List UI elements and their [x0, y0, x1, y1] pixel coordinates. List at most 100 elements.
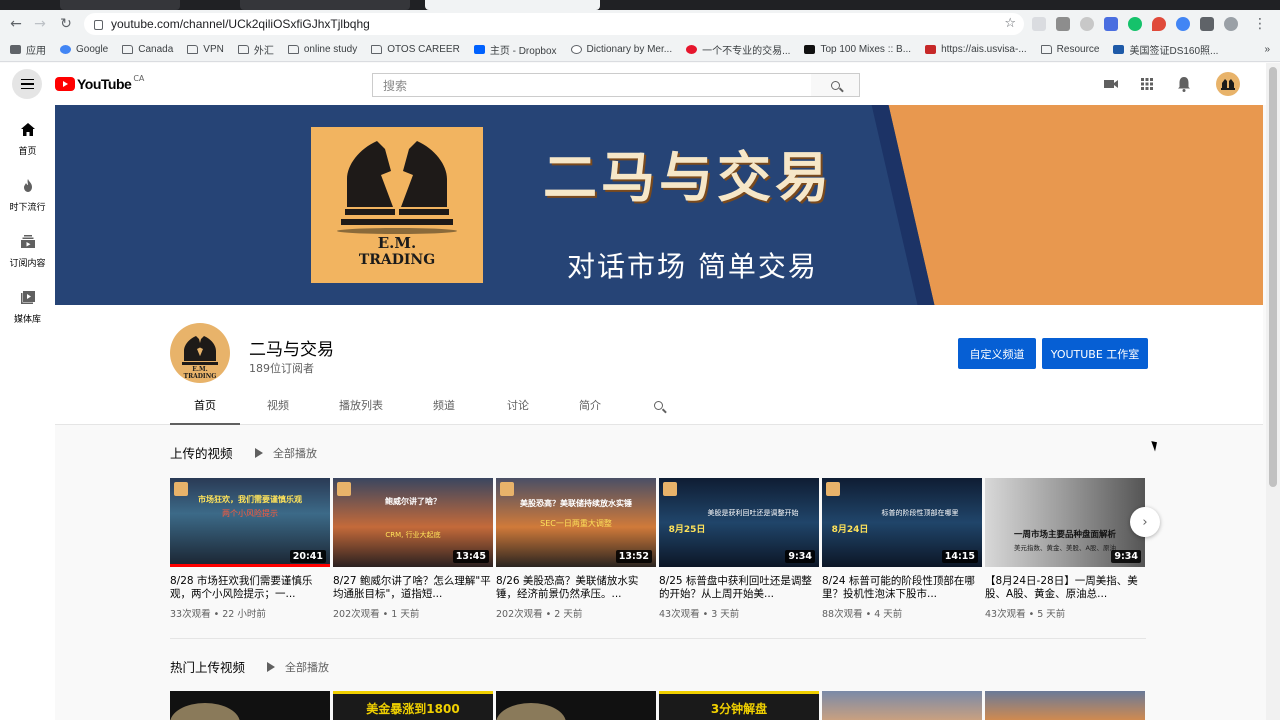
video-thumbnail[interactable]: 美股恐高？美联储持续放水实锤 SEC一日两重大调整 13:52 [496, 478, 656, 567]
library-icon [20, 291, 35, 304]
video-thumbnail[interactable]: 8月25日 美股是获利回吐还是调整开始 9:34 [659, 478, 819, 567]
channel-search-button[interactable] [654, 401, 663, 410]
hamburger-menu-icon[interactable] [12, 69, 42, 99]
create-video-icon[interactable] [1102, 75, 1120, 93]
video-card[interactable]: 8月24日 标普的阶段性顶部在哪里 14:15 8/24 标普可能的阶段性顶部在… [822, 478, 982, 620]
video-title[interactable]: 8/24 标普可能的阶段性顶部在哪里？投机性泡沫下股市... [822, 575, 982, 601]
bookmark-item[interactable]: OTOS CAREER [371, 44, 460, 55]
bookmark-label: Canada [138, 44, 174, 55]
bookmark-item[interactable]: 一个不专业的交易... [686, 42, 790, 57]
browser-tab[interactable] [60, 0, 180, 10]
browser-tab-active[interactable] [425, 0, 600, 10]
video-title[interactable]: 8/28 市场狂欢我们需要谨慎乐观，两个小风险提示；一... [170, 575, 330, 601]
video-card[interactable]: 8月25日 美股是获利回吐还是调整开始 9:34 8/25 标普盘中获利回吐还是… [659, 478, 819, 620]
video-card[interactable]: 鲍威尔讲了啥？ CRM, 行业大起底 13:45 8/27 鲍威尔讲了啥？怎么理… [333, 478, 493, 620]
extension-icon[interactable] [1080, 17, 1094, 31]
popular-video-thumbnail[interactable]: 3分钟解盘 [659, 691, 819, 720]
search-button[interactable] [811, 73, 860, 97]
guide-label: 时下流行 [9, 203, 46, 213]
scrollbar-thumb[interactable] [1269, 67, 1277, 487]
guide-item-subscriptions[interactable]: 订阅内容 [0, 235, 55, 269]
channel-avatar[interactable]: E.M. TRADING [170, 323, 230, 383]
trending-flame-icon [23, 179, 32, 192]
tab-home[interactable]: 首页 [170, 393, 240, 425]
video-title[interactable]: 8/27 鲍威尔讲了啥？怎么理解"平均通胀目标"，道指短... [333, 575, 493, 601]
customize-channel-button[interactable]: 自定义频道 [958, 338, 1036, 369]
bookmark-item[interactable]: Dictionary by Mer... [570, 44, 672, 55]
bookmark-item[interactable]: Google [60, 44, 108, 55]
channel-logo-icon [663, 482, 677, 496]
popular-video-thumbnail[interactable] [170, 691, 330, 720]
carousel-next-button[interactable]: › [1130, 507, 1160, 537]
puzzle-icon[interactable] [1200, 17, 1214, 31]
youtube-studio-button[interactable]: YOUTUBE 工作室 [1042, 338, 1148, 369]
extension-icon[interactable] [1176, 17, 1190, 31]
bookmark-label: online study [303, 44, 358, 55]
bookmark-item[interactable]: 应用 [10, 42, 46, 57]
notifications-bell-icon[interactable] [1175, 75, 1193, 93]
video-thumbnail[interactable]: 市场狂欢，我们需要谨慎乐观 两个小风险提示 20:41 [170, 478, 330, 567]
tab-channels[interactable]: 频道 [414, 393, 474, 425]
popular-video-thumbnail[interactable] [985, 691, 1145, 720]
bookmark-item[interactable]: online study [287, 44, 358, 55]
profile-icon[interactable] [1224, 17, 1238, 31]
popular-play-all-button[interactable]: 全部播放 [267, 659, 329, 675]
extension-icon[interactable] [1128, 17, 1142, 31]
video-card[interactable]: 一周市场主要品种盘面解析 美元指数、黄金、美股、A股、原油 9:34 【8月24… [985, 478, 1145, 620]
bookmark-label: Google [76, 44, 109, 55]
chess-knights-logo-icon [337, 141, 457, 234]
tab-videos[interactable]: 视频 [248, 393, 308, 425]
guide-item-library[interactable]: 媒体库 [0, 291, 55, 325]
bookmark-item[interactable]: Resource [1040, 44, 1099, 55]
tab-discussion[interactable]: 讨论 [488, 393, 548, 425]
video-title[interactable]: 8/26 美股恐高？美联储放水实锤，经济前景仍然承压。... [496, 575, 656, 601]
extension-icon[interactable] [1032, 17, 1046, 31]
browser-tab[interactable] [240, 0, 410, 10]
extension-icon[interactable] [1152, 17, 1166, 31]
url-field[interactable]: youtube.com/channel/UCk2qiliOSxfiGJhxTjl… [84, 13, 1024, 35]
reload-icon[interactable]: ↻ [56, 14, 76, 34]
bookmark-label: 主页 - Dropbox [489, 46, 557, 57]
video-thumbnail[interactable]: 一周市场主要品种盘面解析 美元指数、黄金、美股、A股、原油 9:34 [985, 478, 1145, 567]
apps-grid-icon[interactable] [1138, 75, 1156, 93]
back-icon[interactable]: ← [6, 14, 26, 34]
popular-video-thumbnail[interactable]: 美金暴涨到1800 [333, 691, 493, 720]
bookmark-item[interactable]: VPN [187, 44, 224, 55]
page-scrollbar[interactable] [1266, 63, 1280, 720]
popular-video-thumbnail[interactable] [822, 691, 982, 720]
bookmark-item[interactable]: 外汇 [237, 42, 274, 57]
video-card[interactable]: 市场狂欢，我们需要谨慎乐观 两个小风险提示 20:41 8/28 市场狂欢我们需… [170, 478, 330, 620]
subscriptions-icon [20, 235, 35, 248]
bookmark-star-icon[interactable]: ☆ [1004, 16, 1016, 31]
bookmarks-overflow-button[interactable]: » [1264, 44, 1270, 55]
youtube-logo[interactable]: YouTube CA [55, 74, 144, 92]
popular-video-thumbnail[interactable] [496, 691, 656, 720]
video-thumbnail[interactable]: 8月24日 标普的阶段性顶部在哪里 14:15 [822, 478, 982, 567]
avatar-logo-line2: TRADING [183, 373, 217, 380]
video-title[interactable]: 【8月24日-28日】一周美指、美股、A股、黄金、原油总... [985, 575, 1145, 601]
tab-about[interactable]: 简介 [560, 393, 620, 425]
video-thumbnail[interactable]: 鲍威尔讲了啥？ CRM, 行业大起底 13:45 [333, 478, 493, 567]
extension-icon[interactable] [1104, 17, 1118, 31]
forward-icon[interactable]: → [30, 14, 50, 34]
channel-banner: E.M. TRADING 二马与交易 对话市场 简单交易 [55, 105, 1263, 305]
banner-logo-line2: TRADING [358, 252, 436, 268]
bookmark-item[interactable]: Canada [122, 44, 173, 55]
bookmark-item[interactable]: https://ais.usvisa-... [925, 44, 1027, 55]
bookmark-item[interactable]: 美国签证DS160照... [1113, 42, 1218, 57]
popular-section-title: 热门上传视频 [170, 660, 246, 675]
extension-icon[interactable] [1056, 17, 1070, 31]
guide-item-home[interactable]: 首页 [0, 123, 55, 157]
video-card[interactable]: 美股恐高？美联储持续放水实锤 SEC一日两重大调整 13:52 8/26 美股恐… [496, 478, 656, 620]
video-meta: 88次观看 • 4 天前 [822, 609, 903, 620]
tab-playlists[interactable]: 播放列表 [326, 393, 396, 425]
youtube-header: YouTube CA 搜索 [0, 63, 1266, 105]
account-avatar[interactable] [1216, 72, 1240, 96]
bookmark-item[interactable]: Top 100 Mixes :: B... [804, 44, 911, 55]
kebab-menu-icon[interactable]: ⋮ [1250, 14, 1270, 34]
search-input[interactable]: 搜索 [372, 73, 812, 97]
bookmark-item[interactable]: 主页 - Dropbox [473, 42, 557, 57]
uploads-play-all-button[interactable]: 全部播放 [255, 445, 317, 461]
guide-item-trending[interactable]: 时下流行 [0, 179, 55, 213]
video-title[interactable]: 8/25 标普盘中获利回吐还是调整的开始？从上周开始美... [659, 575, 819, 601]
